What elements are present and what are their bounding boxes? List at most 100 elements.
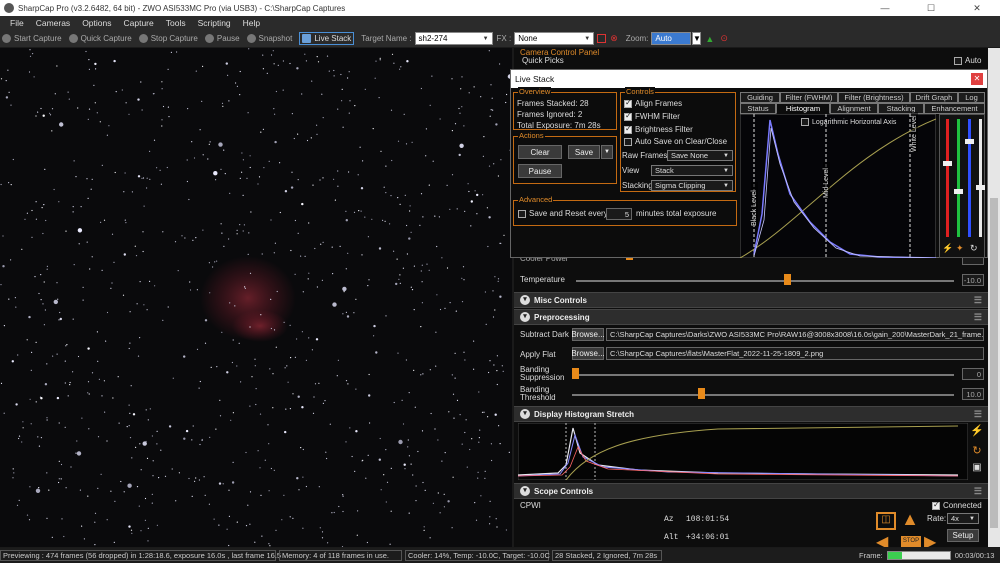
lightning-icon[interactable]: ⚡ — [942, 243, 954, 255]
reset-icon[interactable]: ↻ — [970, 243, 982, 255]
quick-picks-label[interactable]: Quick Picks — [522, 56, 564, 65]
banding-suppression-value[interactable]: 0 — [962, 368, 984, 380]
hamburger-icon[interactable]: ☰ — [974, 409, 982, 420]
tab-filter-brightness[interactable]: Filter (Brightness) — [838, 92, 910, 103]
crosshair-icon[interactable] — [597, 34, 607, 43]
dark-path-select[interactable]: C:\SharpCap Captures\Darks\ZWO ASI533MC … — [606, 328, 984, 341]
menu-capture[interactable]: Capture — [117, 18, 159, 28]
scope-controls-header[interactable]: ▾ Scope Controls ☰ — [514, 483, 988, 499]
minimize-button[interactable]: — — [862, 3, 908, 14]
spiral-search-icon[interactable]: ◫ — [876, 512, 896, 530]
fwhm-check[interactable] — [624, 111, 632, 121]
close-button[interactable]: ✕ — [954, 3, 1000, 14]
save-reset-check[interactable] — [518, 209, 526, 218]
connected-checkbox[interactable]: Connected — [932, 500, 982, 510]
clear-button[interactable]: Clear — [518, 145, 562, 159]
pause-button[interactable]: Pause — [204, 34, 240, 43]
display-histogram-graph[interactable] — [518, 423, 968, 480]
brightness-check[interactable] — [624, 124, 632, 134]
brightness-filter-checkbox[interactable]: Brightness Filter — [624, 124, 693, 134]
banding-suppression-slider[interactable] — [572, 374, 954, 376]
fwhm-filter-checkbox[interactable]: FWHM Filter — [624, 111, 680, 121]
banding-threshold-slider[interactable] — [572, 394, 954, 396]
hamburger-icon[interactable]: ☰ — [974, 295, 982, 306]
stop-capture-button[interactable]: Stop Capture — [138, 34, 198, 43]
setup-button[interactable]: Setup — [947, 529, 979, 542]
luminance-thumb[interactable] — [976, 185, 985, 190]
arrow-right-icon[interactable]: ▶ — [924, 532, 944, 547]
scrollbar-thumb[interactable] — [990, 198, 998, 528]
maximize-button[interactable]: ☐ — [908, 3, 954, 14]
save-histogram-icon[interactable]: ▣ — [970, 462, 984, 476]
save-stack-button[interactable]: Save — [568, 145, 600, 159]
lightning-icon[interactable]: ⚡ — [970, 424, 984, 438]
panel-scrollbar[interactable] — [988, 48, 1000, 547]
preprocessing-header[interactable]: ▾ Preprocessing ☰ — [514, 309, 988, 325]
chevron-down-icon[interactable]: ▼ — [601, 145, 613, 159]
stop-slew-button[interactable]: STOP — [901, 536, 921, 547]
raw-frames-select[interactable]: Save None ▼ — [667, 150, 733, 161]
quick-capture-button[interactable]: Quick Capture — [68, 34, 132, 43]
display-histogram-header[interactable]: ▾ Display Histogram Stretch ☰ — [514, 406, 988, 422]
banding-threshold-value[interactable]: 10.0 — [962, 388, 984, 400]
menu-options[interactable]: Options — [76, 18, 117, 28]
luminance-level-slider[interactable] — [979, 119, 982, 237]
auto-save-checkbox[interactable]: Auto Save on Clear/Close — [624, 137, 727, 146]
view-select[interactable]: Stack ▼ — [651, 165, 733, 176]
menu-file[interactable]: File — [4, 18, 30, 28]
save-reset-checkbox[interactable]: Save and Reset every — [518, 209, 608, 218]
start-capture-button[interactable]: Start Capture — [2, 34, 62, 43]
auto-save-check[interactable] — [624, 137, 632, 146]
zoom-select[interactable]: Auto — [651, 32, 692, 45]
save-reset-minutes[interactable]: 5 — [606, 208, 632, 220]
tab-status[interactable]: Status — [740, 103, 776, 114]
tab-drift-graph[interactable]: Drift Graph — [910, 92, 958, 103]
tab-log[interactable]: Log — [958, 92, 985, 103]
align-frames-checkbox[interactable]: Align Frames — [624, 98, 682, 108]
auto-checkbox[interactable]: Auto — [954, 56, 981, 65]
hamburger-icon[interactable]: ☰ — [974, 486, 982, 497]
target-icon[interactable]: ⊗ — [610, 33, 618, 44]
stacking-select[interactable]: Sigma Clipping ▼ — [651, 180, 733, 191]
log-axis-checkbox[interactable]: Logarithmic Horizontal Axis — [801, 118, 896, 126]
green-thumb[interactable] — [954, 189, 963, 194]
target-name-input[interactable]: sh2-274 ▼ — [414, 32, 493, 45]
banding-suppression-thumb[interactable] — [572, 368, 579, 379]
tab-enhancement[interactable]: Enhancement — [924, 103, 985, 114]
log-axis-check[interactable] — [801, 118, 809, 126]
tab-histogram[interactable]: Histogram — [776, 103, 830, 114]
pause-stack-button[interactable]: Pause — [518, 164, 562, 178]
histogram-icon[interactable]: ▲ — [705, 34, 714, 44]
banding-threshold-thumb[interactable] — [698, 388, 706, 399]
connected-check[interactable] — [932, 500, 940, 510]
align-check[interactable] — [624, 98, 632, 108]
temperature-slider[interactable] — [576, 280, 954, 282]
browse-dark-button[interactable]: Browse... — [571, 328, 605, 341]
browse-flat-button[interactable]: Browse... — [571, 347, 605, 360]
tab-guiding[interactable]: Guiding — [740, 92, 780, 103]
chevron-down-icon[interactable]: ▼ — [692, 32, 702, 45]
star-icon[interactable]: ✦ — [956, 243, 968, 255]
arrow-left-icon[interactable]: ◀ — [876, 532, 896, 547]
image-viewer[interactable] — [0, 48, 512, 547]
live-stack-close-button[interactable]: ✕ — [971, 73, 983, 85]
green-level-slider[interactable] — [957, 119, 960, 237]
red-level-slider[interactable] — [946, 119, 949, 237]
temperature-slider-thumb[interactable] — [783, 274, 791, 285]
auto-check[interactable] — [954, 56, 962, 65]
flat-path-select[interactable]: C:\SharpCap Captures\flats\MasterFlat_20… — [606, 347, 984, 360]
misc-controls-header[interactable]: ▾ Misc Controls ☰ — [514, 292, 988, 308]
fx-select[interactable]: None ▼ — [514, 32, 595, 45]
tab-alignment[interactable]: Alignment — [830, 103, 878, 114]
live-stack-histogram[interactable] — [740, 114, 936, 258]
focus-icon[interactable]: ⊙ — [720, 33, 728, 44]
blue-thumb[interactable] — [965, 139, 974, 144]
rate-select[interactable]: 4x ▼ — [947, 513, 979, 524]
menu-cameras[interactable]: Cameras — [30, 18, 76, 28]
blue-level-slider[interactable] — [968, 119, 971, 237]
red-thumb[interactable] — [943, 161, 952, 166]
menu-scripting[interactable]: Scripting — [192, 18, 237, 28]
reset-icon[interactable]: ↻ — [970, 444, 984, 458]
tab-filter-fwhm[interactable]: Filter (FWHM) — [780, 92, 838, 103]
arrow-up-icon[interactable]: ▲ — [900, 510, 920, 530]
